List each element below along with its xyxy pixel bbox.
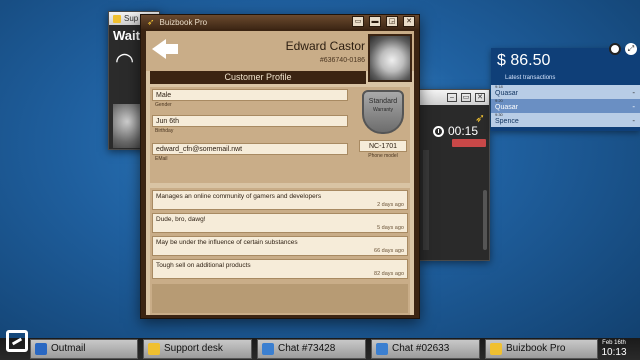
- transaction-remove-button[interactable]: -: [632, 102, 635, 111]
- gender-value: Male: [152, 89, 348, 101]
- taskbar-item-label: Buizbook Pro: [506, 343, 566, 354]
- back-arrow-icon: [152, 39, 166, 59]
- note-item[interactable]: Tough sell on additional products 82 day…: [152, 259, 408, 279]
- notes-empty-area: [152, 284, 408, 313]
- customer-notes: Manages an online community of gamers an…: [150, 188, 410, 315]
- balance-amount: $ 86.50: [497, 52, 551, 69]
- chat-alert-tag[interactable]: [452, 139, 486, 147]
- buizbook-restore-button[interactable]: ▭: [352, 16, 364, 27]
- chat-window-titlebar[interactable]: – ▭ ✕: [419, 90, 489, 105]
- clock-date: Feb 16th: [602, 340, 626, 346]
- transaction-remove-button[interactable]: -: [632, 88, 635, 97]
- email-field: edward_cfn@somemail.nwt EMail: [152, 143, 348, 163]
- note-text: Tough sell on additional products: [156, 262, 251, 269]
- chat-window[interactable]: – ▭ ✕ ➶ 00:15: [418, 89, 490, 261]
- chat-side-panel: [423, 150, 429, 250]
- bird-logo-icon: ➶: [474, 111, 485, 125]
- buizbook-window[interactable]: ➶ Buizbook Pro ▭ ▬ ◲ ✕ Edward Castor #63…: [140, 14, 420, 319]
- warranty-block: Standard Warranty NC-1701 Phone model: [359, 90, 407, 178]
- transaction-name: Spence: [495, 118, 519, 125]
- note-age: 2 days ago: [377, 202, 404, 208]
- note-item[interactable]: Manages an online community of gamers an…: [152, 190, 408, 210]
- buizbook-maximize-button[interactable]: ◲: [386, 16, 398, 27]
- chat-timer-value: 00:15: [448, 124, 479, 138]
- taskbar-item-label: Outmail: [51, 343, 86, 354]
- note-item[interactable]: May be under the influence of certain su…: [152, 236, 408, 256]
- buizbook-title: Buizbook Pro: [159, 17, 208, 27]
- chat-minimize-button[interactable]: –: [447, 93, 457, 102]
- taskbar-item-label: Support desk: [164, 343, 223, 354]
- email-value: edward_cfn@somemail.nwt: [152, 143, 348, 155]
- chat-icon: [262, 343, 274, 355]
- section-title: Customer Profile: [150, 71, 366, 84]
- birthday-value: Jun 6th: [152, 115, 348, 127]
- back-button[interactable]: [150, 36, 180, 62]
- warranty-label: Standard: [368, 98, 398, 105]
- chat-timer: 00:15: [433, 124, 478, 138]
- buizbook-icon: [490, 343, 502, 355]
- note-item[interactable]: Dude, bro, dawg! 5 days ago: [152, 213, 408, 233]
- buizbook-close-button[interactable]: ✕: [403, 16, 415, 27]
- gear-icon[interactable]: [609, 43, 621, 55]
- transaction-name: Quasar: [495, 90, 518, 97]
- phone-model-label: Phone model: [368, 153, 398, 159]
- start-button[interactable]: [2, 324, 32, 356]
- taskbar-item-chat-02633[interactable]: Chat #02633: [371, 339, 480, 359]
- transactions-panel: $ 86.50 Latest transactions 9:18 Quasar …: [491, 48, 640, 131]
- customer-profile-panel: Male Gender Jun 6th Birthday edward_cfn@…: [150, 87, 410, 183]
- customer-number: #636740-0186: [319, 57, 365, 64]
- note-text: Dude, bro, dawg!: [156, 216, 206, 223]
- transaction-row[interactable]: 9:18 Quasar -: [491, 85, 640, 99]
- bird-logo-icon: ➶: [147, 16, 155, 27]
- taskbar-item-outmail[interactable]: Outmail: [30, 339, 138, 359]
- taskbar-item-label: Chat #02633: [392, 343, 450, 354]
- support-desk-title: Sup: [124, 14, 139, 23]
- note-age: 82 days ago: [374, 271, 404, 277]
- note-text: Manages an online community of gamers an…: [156, 193, 322, 200]
- birthday-label: Birthday: [155, 128, 174, 134]
- clock-icon: [433, 125, 444, 137]
- taskbar-item-buizbook-pro[interactable]: Buizbook Pro: [485, 339, 598, 359]
- transaction-name: Quasar: [495, 104, 518, 111]
- transactions-label: Latest transactions: [505, 75, 556, 81]
- support-desk-logo-icon: [113, 14, 121, 23]
- warranty-sub: Warranty: [372, 107, 394, 113]
- chat-maximize-button[interactable]: ▭: [461, 93, 471, 102]
- customer-avatar: [368, 34, 412, 82]
- clock-time: 10:13: [601, 347, 627, 358]
- note-age: 5 days ago: [377, 225, 404, 231]
- birthday-field: Jun 6th Birthday: [152, 115, 348, 135]
- email-label: EMail: [155, 156, 168, 162]
- shield-icon: Standard Warranty: [362, 90, 404, 134]
- buizbook-minimize-button[interactable]: ▬: [369, 16, 381, 27]
- transaction-remove-button[interactable]: -: [632, 116, 635, 125]
- buizbook-content: Edward Castor #636740-0186 Customer Prof…: [146, 31, 414, 315]
- customer-name: Edward Castor: [285, 39, 365, 53]
- taskbar-item-chat-73428[interactable]: Chat #73428: [257, 339, 366, 359]
- transaction-row[interactable]: 9:30 Spence -: [491, 113, 640, 127]
- chat-close-button[interactable]: ✕: [475, 93, 485, 102]
- start-icon: [6, 330, 28, 352]
- transaction-row[interactable]: 9:20 Quasar -: [491, 99, 640, 113]
- phone-model-value: NC-1701: [359, 140, 407, 152]
- taskbar-clock[interactable]: Feb 16th 10:13: [594, 339, 634, 359]
- taskbar: Outmail Support desk Chat #73428 Chat #0…: [0, 330, 640, 360]
- note-text: May be under the influence of certain su…: [156, 239, 298, 246]
- buizbook-titlebar[interactable]: ➶ Buizbook Pro ▭ ▬ ◲ ✕: [141, 15, 419, 29]
- taskbar-item-support-desk[interactable]: Support desk: [143, 339, 252, 359]
- note-age: 66 days ago: [374, 248, 404, 254]
- chat-icon: [376, 343, 388, 355]
- gender-field: Male Gender: [152, 89, 348, 109]
- arrows-icon[interactable]: ⤢: [625, 43, 637, 55]
- outmail-icon: [35, 343, 47, 355]
- gender-label: Gender: [155, 102, 172, 108]
- chat-scrollbar[interactable]: [483, 190, 487, 250]
- taskbar-item-label: Chat #73428: [278, 343, 336, 354]
- support-desk-icon: [148, 343, 160, 355]
